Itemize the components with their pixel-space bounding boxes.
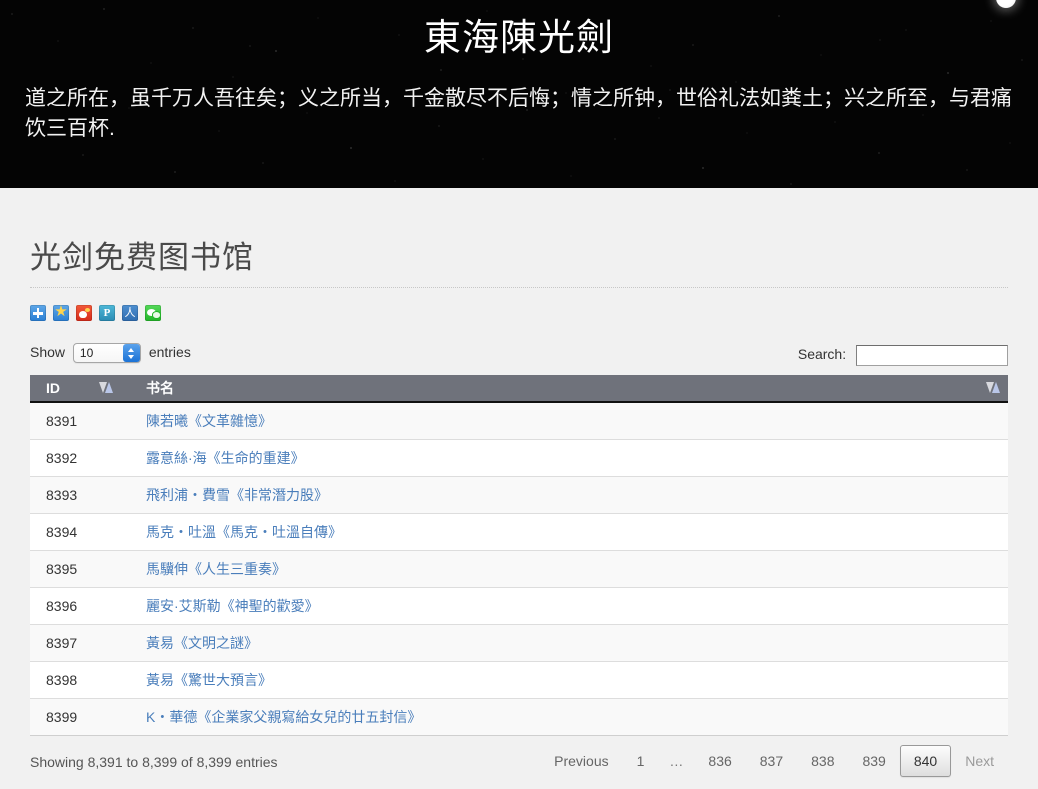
cell-name: 黃易《文明之謎》 bbox=[130, 624, 1008, 662]
page-length-control: Show 10 entries bbox=[30, 340, 191, 364]
table-row[interactable]: 8394 馬克・吐溫《馬克・吐溫自傳》 bbox=[30, 513, 1008, 551]
pagination-ellipsis: … bbox=[669, 752, 684, 769]
share-more-icon[interactable] bbox=[30, 305, 46, 321]
column-header-name-label: 书名 bbox=[146, 380, 174, 396]
sort-both-icon bbox=[985, 381, 1001, 395]
search-control: Search: bbox=[798, 342, 1008, 366]
books-table: ID 书名 8391 陳若曦《文革雜憶》 8392 露意絲·海《生命的重建》 8… bbox=[30, 375, 1008, 736]
sina-weibo-icon[interactable] bbox=[76, 305, 92, 321]
table-row[interactable]: 8399 K・華德《企業家父親寫給女兒的廿五封信》 bbox=[30, 698, 1008, 736]
site-subtitle: 道之所在，虽千万人吾往矣；义之所当，千金散尽不后悔；情之所钟，世俗礼法如粪土；兴… bbox=[25, 87, 1012, 140]
pagination: Previous 1 … 836 837 838 839 840 Next bbox=[540, 744, 1008, 777]
content-container: 光剑免费图书馆 Show 10 entries Search: bbox=[30, 188, 1008, 786]
book-link[interactable]: 馬克・吐溫《馬克・吐溫自傳》 bbox=[146, 524, 342, 540]
page-length-select[interactable]: 10 bbox=[72, 343, 141, 364]
search-label: Search: bbox=[797, 346, 847, 362]
table-header-row: ID 书名 bbox=[30, 375, 1008, 403]
book-link[interactable]: 陳若曦《文革雜憶》 bbox=[146, 413, 272, 429]
cell-id: 8393 bbox=[30, 476, 130, 514]
show-label: Show bbox=[30, 344, 66, 360]
cell-name: 陳若曦《文革雜憶》 bbox=[130, 402, 1008, 440]
social-share-bar bbox=[30, 302, 1008, 322]
datatable-controls: Show 10 entries Search: bbox=[30, 340, 1008, 370]
search-input[interactable] bbox=[856, 344, 1008, 366]
pagination-page-current[interactable]: 840 bbox=[899, 744, 952, 777]
cell-name: 馬克・吐溫《馬克・吐溫自傳》 bbox=[130, 513, 1008, 551]
table-row[interactable]: 8392 露意絲·海《生命的重建》 bbox=[30, 439, 1008, 477]
page-content: 光剑免费图书馆 Show 10 entries Search: bbox=[0, 188, 1038, 789]
book-link[interactable]: 黃易《文明之謎》 bbox=[146, 635, 258, 651]
book-link[interactable]: 黃易《驚世大預言》 bbox=[146, 672, 272, 688]
cell-id: 8392 bbox=[30, 439, 130, 477]
cell-id: 8396 bbox=[30, 587, 130, 625]
column-header-name[interactable]: 书名 bbox=[130, 375, 1008, 403]
table-body: 8391 陳若曦《文革雜憶》 8392 露意絲·海《生命的重建》 8393 飛利… bbox=[30, 402, 1008, 736]
pagination-page-836[interactable]: 836 bbox=[694, 745, 745, 777]
page-title: 光剑免费图书馆 bbox=[30, 232, 1008, 288]
book-link[interactable]: K・華德《企業家父親寫給女兒的廿五封信》 bbox=[146, 709, 421, 725]
book-link[interactable]: 麗安·艾斯勒《神聖的歡愛》 bbox=[146, 598, 319, 614]
page-length-value: 10 bbox=[79, 346, 94, 361]
site-title: 東海陳光劍 bbox=[424, 17, 614, 58]
cell-id: 8394 bbox=[30, 513, 130, 551]
column-header-id-label: ID bbox=[46, 380, 60, 396]
cell-name: 馬驥伸《人生三重奏》 bbox=[130, 550, 1008, 588]
book-link[interactable]: 馬驥伸《人生三重奏》 bbox=[146, 561, 286, 577]
cell-name: 飛利浦・費雪《非常潛力股》 bbox=[130, 476, 1008, 514]
pagination-page-1[interactable]: 1 bbox=[623, 745, 659, 777]
cell-name: 黃易《驚世大預言》 bbox=[130, 661, 1008, 699]
cell-id: 8398 bbox=[30, 661, 130, 699]
cell-id: 8391 bbox=[30, 402, 130, 440]
cell-name: 露意絲·海《生命的重建》 bbox=[130, 439, 1008, 477]
pagination-next: Next bbox=[965, 752, 994, 769]
entries-label: entries bbox=[148, 344, 191, 360]
favorites-star-icon[interactable] bbox=[53, 302, 69, 322]
pagination-page-837[interactable]: 837 bbox=[746, 745, 797, 777]
renren-icon[interactable] bbox=[122, 305, 138, 321]
book-link[interactable]: 露意絲·海《生命的重建》 bbox=[146, 450, 305, 466]
table-row[interactable]: 8398 黃易《驚世大預言》 bbox=[30, 661, 1008, 699]
pagination-page-839[interactable]: 839 bbox=[848, 745, 899, 777]
table-head: ID 书名 bbox=[30, 375, 1008, 403]
datatable-footer: Showing 8,391 to 8,399 of 8,399 entries … bbox=[30, 742, 1008, 786]
entries-info: Showing 8,391 to 8,399 of 8,399 entries bbox=[30, 753, 278, 770]
cell-id: 8395 bbox=[30, 550, 130, 588]
column-header-id[interactable]: ID bbox=[30, 375, 130, 403]
cell-id: 8399 bbox=[30, 698, 130, 736]
stepper-arrows-icon[interactable] bbox=[122, 344, 140, 363]
sort-both-icon bbox=[98, 381, 114, 395]
table-row[interactable]: 8396 麗安·艾斯勒《神聖的歡愛》 bbox=[30, 587, 1008, 625]
table-row[interactable]: 8391 陳若曦《文革雜憶》 bbox=[30, 402, 1008, 440]
table-row[interactable]: 8393 飛利浦・費雪《非常潛力股》 bbox=[30, 476, 1008, 514]
cell-name: K・華德《企業家父親寫給女兒的廿五封信》 bbox=[130, 698, 1008, 736]
table-row[interactable]: 8395 馬驥伸《人生三重奏》 bbox=[30, 550, 1008, 588]
pagination-previous[interactable]: Previous bbox=[540, 745, 622, 777]
site-header-banner: 東海陳光劍 道之所在，虽千万人吾往矣；义之所当，千金散尽不后悔；情之所钟，世俗礼… bbox=[0, 0, 1038, 188]
table-row[interactable]: 8397 黃易《文明之謎》 bbox=[30, 624, 1008, 662]
cell-name: 麗安·艾斯勒《神聖的歡愛》 bbox=[130, 587, 1008, 625]
wechat-icon[interactable] bbox=[145, 305, 161, 321]
cell-id: 8397 bbox=[30, 624, 130, 662]
book-link[interactable]: 飛利浦・費雪《非常潛力股》 bbox=[146, 487, 328, 503]
tencent-weibo-icon[interactable] bbox=[99, 305, 115, 321]
pagination-page-838[interactable]: 838 bbox=[797, 745, 848, 777]
